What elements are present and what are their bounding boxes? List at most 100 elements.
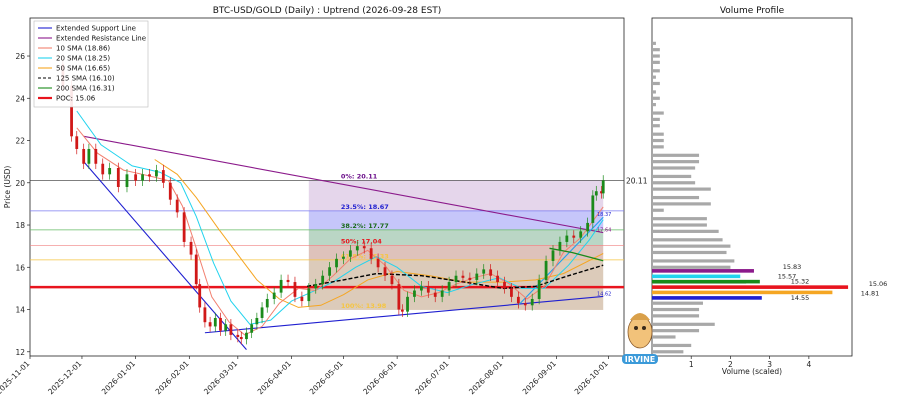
fib-level-label: 23.5%: 18.67 (341, 203, 389, 211)
legend-entry: POC: 15.06 (56, 95, 96, 103)
candle-body (565, 235, 569, 242)
candle-body (75, 136, 79, 149)
candle-body (489, 269, 493, 276)
candle-body (383, 267, 387, 276)
candle-body (468, 277, 472, 280)
candle-body (397, 284, 401, 310)
candle-body (551, 250, 555, 261)
candle-body (433, 292, 437, 297)
price-chart-title: BTC-USD/GOLD (Daily) : Uptrend (2026-09-… (213, 6, 442, 16)
candle-body (141, 174, 144, 181)
candle-body (250, 324, 254, 333)
volume-bar (652, 229, 719, 233)
volume-bar (652, 238, 723, 242)
volume-bar (652, 90, 656, 94)
fib-level-label: 0%: 20.11 (341, 172, 378, 180)
volume-highlight-bar (652, 274, 741, 279)
legend-entry: 10 SMA (18.86) (56, 45, 110, 53)
candle-body (572, 235, 576, 238)
volume-level-label: 15.06 (869, 280, 888, 288)
candle-body (419, 286, 423, 291)
candle-body (155, 170, 158, 177)
volume-bar (652, 301, 703, 305)
volume-bar (652, 75, 656, 79)
candle-body (400, 309, 404, 312)
candle-body (203, 307, 207, 323)
candle-body (510, 288, 513, 297)
candle-body (82, 148, 86, 164)
candle-body (544, 260, 548, 280)
candle-body (537, 279, 541, 299)
fib-level-label: 50%: 17.04 (341, 237, 382, 245)
volume-bar (652, 69, 660, 73)
volume-bar (652, 153, 700, 157)
volume-bar (652, 111, 664, 115)
fib-level-label: 38.2%: 17.77 (341, 222, 389, 230)
legend: Extended Support Line Extended Resistance… (33, 20, 149, 108)
candle-body (447, 282, 451, 291)
legend-entry: 200 SMA (16.31) (56, 85, 115, 93)
legend-entry: 20 SMA (18.25) (56, 55, 110, 63)
logo-text: IRVINE (625, 355, 655, 364)
legend-entry: Extended Resistance Line (56, 35, 146, 43)
volume-highlight-bar (652, 285, 849, 289)
candle-body (376, 258, 380, 268)
volume-highlight-bar (652, 279, 760, 284)
candle-body (279, 279, 283, 293)
candle-body (328, 267, 331, 276)
y-tick-label: 14 (15, 306, 25, 315)
volume-level-label: 14.55 (791, 294, 810, 302)
volume-bar (652, 343, 692, 348)
candle-body (265, 298, 269, 308)
volume-level-label: 14.81 (861, 289, 880, 297)
volume-x-tick-label: 4 (806, 360, 811, 369)
chart-figure: BTC-USD/GOLD (Daily) : Uptrend (2026-09-… (0, 0, 900, 400)
volume-bar (652, 41, 656, 45)
candle-body (348, 250, 352, 257)
volume-bar (652, 96, 660, 100)
volume-bar (652, 223, 707, 227)
volume-bar (652, 166, 696, 170)
candle-body (208, 322, 212, 327)
candle-body (530, 298, 534, 306)
mascot-eye (642, 326, 646, 330)
candle-body (454, 275, 458, 283)
volume-bar (652, 81, 660, 86)
volume-bar (652, 48, 660, 52)
y-tick-label: 26 (15, 52, 25, 61)
y-tick-label: 16 (15, 263, 25, 272)
candle-body (182, 212, 186, 242)
candle-body (406, 296, 409, 312)
candle-body (440, 290, 444, 297)
right-value-label: 17.64 (597, 228, 611, 234)
candle-body (87, 148, 91, 164)
candle-body (321, 275, 325, 285)
volume-bar (652, 217, 707, 221)
candle-body (175, 199, 179, 213)
volume-bar (652, 265, 731, 269)
candle-body (236, 334, 240, 337)
volume-bar (652, 60, 660, 64)
candle-body (108, 167, 112, 175)
candle-body (94, 148, 98, 164)
candle-body (369, 248, 373, 259)
volume-bar (652, 124, 660, 128)
candle-body (300, 296, 304, 302)
y-tick-label: 18 (15, 221, 25, 230)
volume-bar (652, 54, 660, 58)
candle-body (219, 317, 222, 331)
candle-body (482, 269, 486, 274)
candle-body (239, 336, 243, 340)
candle-body (523, 303, 527, 306)
candle-body (307, 288, 311, 302)
y-tick-label: 12 (15, 348, 25, 357)
candle-body (194, 254, 198, 285)
candle-body (335, 258, 338, 268)
candle-body (213, 317, 217, 327)
chart-canvas: BTC-USD/GOLD (Daily) : Uptrend (2026-09-… (0, 0, 900, 400)
candle-body (272, 292, 276, 299)
y-tick-label: 22 (15, 137, 25, 146)
volume-bar (652, 259, 735, 263)
candle-body (558, 241, 562, 251)
volume-bar (652, 208, 664, 212)
